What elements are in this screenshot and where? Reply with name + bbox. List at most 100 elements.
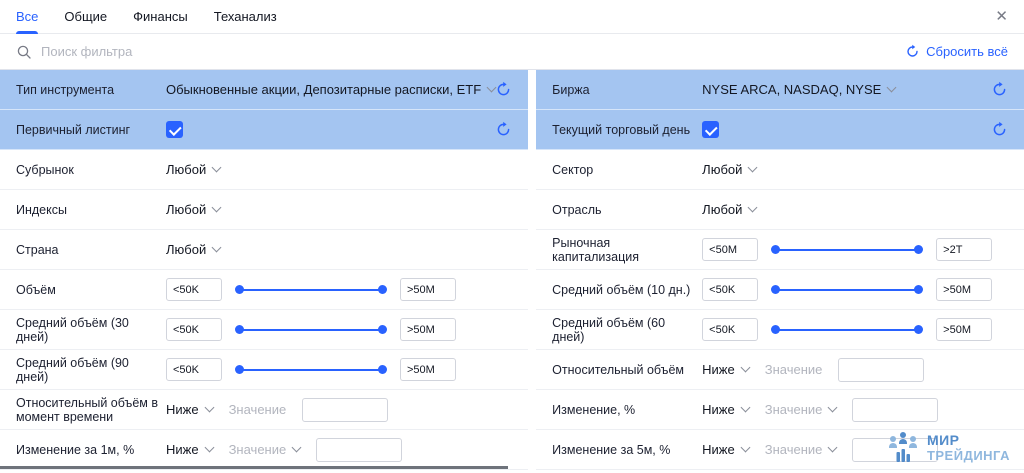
filter-value-dropdown[interactable]: Обыкновенные акции, Депозитарные расписк… bbox=[166, 82, 495, 97]
condition-dropdown[interactable]: Ниже bbox=[702, 362, 749, 377]
slider-handle-min[interactable] bbox=[771, 285, 780, 294]
range-min-input[interactable] bbox=[166, 278, 222, 301]
reset-filter-icon[interactable] bbox=[991, 121, 1008, 138]
condition-dropdown[interactable]: Ниже bbox=[166, 442, 213, 457]
chevron-down-icon bbox=[740, 403, 750, 413]
slider-handle-max[interactable] bbox=[378, 365, 387, 374]
filter-value-dropdown[interactable]: Любой bbox=[166, 202, 220, 217]
dropdown-value: Значение bbox=[765, 442, 823, 457]
filter-value-dropdown[interactable]: Любой bbox=[702, 202, 756, 217]
filter-label: Тип инструмента bbox=[16, 83, 166, 97]
range-slider[interactable] bbox=[771, 243, 923, 257]
tab-Общие[interactable]: Общие bbox=[64, 0, 107, 34]
filter-row: СекторЛюбой bbox=[536, 150, 1024, 190]
tab-Теханализ[interactable]: Теханализ bbox=[214, 0, 277, 34]
slider-handle-max[interactable] bbox=[914, 325, 923, 334]
value-type-dropdown[interactable]: Значение bbox=[765, 442, 837, 457]
filter-controls: Ниже Значение bbox=[166, 438, 512, 462]
slider-handle-max[interactable] bbox=[914, 285, 923, 294]
range-max-input[interactable] bbox=[400, 318, 456, 341]
filter-controls: Ниже Значение bbox=[166, 398, 512, 422]
range-max-input[interactable] bbox=[936, 278, 992, 301]
value-type-dropdown[interactable]: Значение bbox=[229, 442, 301, 457]
range-min-input[interactable] bbox=[702, 318, 758, 341]
slider-handle-min[interactable] bbox=[771, 325, 780, 334]
chevron-down-icon bbox=[828, 403, 838, 413]
range-min-input[interactable] bbox=[166, 318, 222, 341]
filter-value-dropdown[interactable]: Любой bbox=[702, 162, 756, 177]
range-min-input[interactable] bbox=[166, 358, 222, 381]
range-slider[interactable] bbox=[235, 283, 387, 297]
chevron-down-icon bbox=[748, 163, 758, 173]
range-slider[interactable] bbox=[235, 323, 387, 337]
range-slider[interactable] bbox=[771, 323, 923, 337]
reset-filter-icon[interactable] bbox=[495, 121, 512, 138]
reset-filter-icon[interactable] bbox=[991, 81, 1008, 98]
slider-handle-min[interactable] bbox=[771, 245, 780, 254]
filter-value-dropdown[interactable]: NYSE ARCA, NASDAQ, NYSE bbox=[702, 82, 895, 97]
close-button[interactable]: ✕ bbox=[995, 9, 1008, 24]
chevron-down-icon bbox=[740, 363, 750, 373]
filter-label: Объём bbox=[16, 283, 166, 297]
range-max-input[interactable] bbox=[936, 238, 992, 261]
filter-label: Первичный листинг bbox=[16, 123, 166, 137]
value-input[interactable] bbox=[838, 358, 924, 382]
value-type-dropdown[interactable]: Значение bbox=[765, 402, 837, 417]
chevron-down-icon bbox=[204, 403, 214, 413]
range-max-input[interactable] bbox=[936, 318, 992, 341]
filter-label: Биржа bbox=[552, 83, 702, 97]
filter-controls: NYSE ARCA, NASDAQ, NYSE bbox=[702, 82, 991, 97]
filter-controls bbox=[702, 238, 1008, 261]
filter-row: Средний объём (90 дней) bbox=[0, 350, 528, 390]
range-slider[interactable] bbox=[771, 283, 923, 297]
slider-handle-max[interactable] bbox=[378, 285, 387, 294]
chevron-down-icon bbox=[748, 203, 758, 213]
filter-label: Изменение за 5м, % bbox=[552, 443, 702, 457]
tabs: Все Общие Финансы Теханализ bbox=[16, 0, 277, 34]
slider-handle-max[interactable] bbox=[914, 245, 923, 254]
value-input[interactable] bbox=[852, 438, 938, 462]
value-type-label: Значение bbox=[229, 402, 287, 417]
slider-handle-min[interactable] bbox=[235, 325, 244, 334]
chevron-down-icon bbox=[212, 203, 222, 213]
filter-row: Относительный объём в момент времениНиже… bbox=[0, 390, 528, 430]
slider-track bbox=[237, 289, 385, 291]
range-max-input[interactable] bbox=[400, 358, 456, 381]
tab-Все[interactable]: Все bbox=[16, 0, 38, 34]
slider-track bbox=[773, 329, 921, 331]
slider-handle-min[interactable] bbox=[235, 365, 244, 374]
filter-controls: Ниже Значение bbox=[702, 438, 1008, 462]
range-max-input[interactable] bbox=[400, 278, 456, 301]
search-input[interactable] bbox=[41, 44, 896, 59]
slider-handle-min[interactable] bbox=[235, 285, 244, 294]
slider-handle-max[interactable] bbox=[378, 325, 387, 334]
reset-all-button[interactable]: Сбросить всё bbox=[905, 44, 1008, 59]
filter-checkbox[interactable] bbox=[166, 121, 183, 138]
range-min-input[interactable] bbox=[702, 238, 758, 261]
chevron-down-icon bbox=[212, 243, 222, 253]
dropdown-value: NYSE ARCA, NASDAQ, NYSE bbox=[702, 82, 881, 97]
range-slider[interactable] bbox=[235, 363, 387, 377]
filter-value-dropdown[interactable]: Любой bbox=[166, 162, 220, 177]
filter-row: ОтрасльЛюбой bbox=[536, 190, 1024, 230]
filter-controls: Обыкновенные акции, Депозитарные расписк… bbox=[166, 82, 495, 97]
range-min-input[interactable] bbox=[702, 278, 758, 301]
value-input[interactable] bbox=[852, 398, 938, 422]
condition-dropdown[interactable]: Ниже bbox=[166, 402, 213, 417]
filter-label: Средний объём (30 дней) bbox=[16, 316, 166, 344]
reset-filter-icon[interactable] bbox=[495, 81, 512, 98]
filter-label: Средний объём (10 дн.) bbox=[552, 283, 702, 297]
filter-controls: Любой bbox=[702, 202, 1008, 217]
filter-label: Относительный объём bbox=[552, 363, 702, 377]
dropdown-value: Ниже bbox=[166, 402, 199, 417]
value-input[interactable] bbox=[302, 398, 388, 422]
dropdown-value: Любой bbox=[702, 202, 742, 217]
filter-checkbox[interactable] bbox=[702, 121, 719, 138]
filters-column-left: Тип инструментаОбыкновенные акции, Депоз… bbox=[0, 70, 528, 470]
filter-row: Текущий торговый день bbox=[536, 110, 1024, 150]
value-input[interactable] bbox=[316, 438, 402, 462]
tab-Финансы[interactable]: Финансы bbox=[133, 0, 188, 34]
filter-value-dropdown[interactable]: Любой bbox=[166, 242, 220, 257]
condition-dropdown[interactable]: Ниже bbox=[702, 402, 749, 417]
condition-dropdown[interactable]: Ниже bbox=[702, 442, 749, 457]
